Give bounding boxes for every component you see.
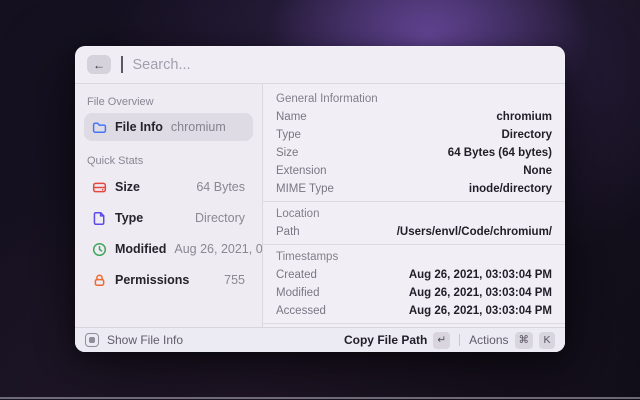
sidebar-section-title: File Overview: [87, 96, 154, 108]
detail-row: Path /Users/envl/Code/chromium/: [276, 223, 552, 241]
command-name: Show File Info: [107, 333, 184, 347]
stat-value: Directory: [194, 211, 245, 225]
text-caret: [121, 56, 123, 73]
stat-label: Modified: [115, 242, 167, 256]
detail-value: Aug 26, 2021, 03:03:04 PM: [408, 305, 552, 317]
detail-row: Modified Aug 26, 2021, 03:03:04 PM: [276, 284, 552, 302]
detail-value: 64 Bytes (64 bytes): [447, 147, 552, 159]
detail-row: Accessed Aug 26, 2021, 03:03:04 PM: [276, 302, 552, 320]
file-icon: [93, 211, 105, 225]
sidebar: File Overview File Info chromium Quick S…: [75, 84, 262, 327]
sidebar-item-size[interactable]: Size 64 Bytes: [84, 172, 253, 202]
raycast-window: ← File Overview File Info chromium Quick…: [75, 46, 565, 352]
sidebar-item-modified[interactable]: Modified Aug 26, 2021, 03:0...: [84, 234, 262, 264]
sidebar-item-label: File Info: [115, 120, 163, 134]
actions-menu-button[interactable]: Actions: [469, 333, 508, 347]
stat-label: Type: [115, 211, 144, 225]
detail-row: Created Aug 26, 2021, 03:03:04 PM: [276, 266, 552, 284]
detail-label: Modified: [276, 287, 320, 299]
screen-edge-line: [0, 397, 640, 399]
action-bar: Show File Info Copy File Path ↵ Actions …: [75, 327, 565, 352]
detail-value: Aug 26, 2021, 03:03:04 PM: [408, 269, 552, 281]
detail-row: Type Directory: [276, 126, 552, 144]
sidebar-item-permissions[interactable]: Permissions 755: [84, 265, 253, 295]
stat-label: Size: [115, 180, 141, 194]
footer-actions: Copy File Path ↵ Actions ⌘ K: [344, 331, 555, 349]
hard-drive-icon: [92, 182, 107, 192]
sidebar-section-title: Quick Stats: [87, 155, 144, 167]
section-divider: [263, 323, 565, 324]
detail-value: /Users/envl/Code/chromium/: [396, 226, 552, 238]
search-header: ←: [75, 46, 565, 84]
detail-panel: General Information Name chromium Type D…: [263, 84, 565, 327]
detail-section-title: Timestamps: [276, 251, 339, 263]
arrow-left-icon: ←: [93, 57, 105, 72]
window-body: File Overview File Info chromium Quick S…: [75, 84, 565, 327]
detail-label: Accessed: [276, 305, 326, 317]
k-keycap: K: [539, 331, 555, 349]
detail-value: chromium: [496, 111, 552, 123]
detail-value: None: [523, 165, 552, 177]
stat-value: 755: [224, 273, 245, 287]
sidebar-item-type[interactable]: Type Directory: [84, 203, 253, 233]
detail-value: Directory: [501, 129, 553, 141]
stat-label: Permissions: [115, 273, 190, 287]
detail-label: Name: [276, 111, 307, 123]
detail-value: Aug 26, 2021, 03:03:04 PM: [408, 287, 552, 299]
detail-label: MIME Type: [276, 183, 334, 195]
lock-icon: [94, 274, 105, 286]
desktop-background: ← File Overview File Info chromium Quick…: [0, 0, 640, 400]
detail-row: MIME Type inode/directory: [276, 180, 552, 198]
section-divider: [263, 201, 565, 202]
detail-row: Name chromium: [276, 108, 552, 126]
section-divider: [263, 244, 565, 245]
detail-label: Created: [276, 269, 317, 281]
detail-label: Type: [276, 129, 301, 141]
command-keycap: ⌘: [514, 331, 533, 349]
sidebar-item-subtitle: chromium: [170, 120, 226, 134]
clock-icon: [92, 242, 107, 256]
footer-separator: [459, 334, 461, 346]
detail-label: Path: [276, 226, 300, 238]
detail-label: Extension: [276, 165, 327, 177]
detail-value: inode/directory: [468, 183, 552, 195]
back-button[interactable]: ←: [87, 55, 111, 74]
detail-row: Size 64 Bytes (64 bytes): [276, 144, 552, 162]
stat-value: 64 Bytes: [196, 180, 245, 194]
detail-label: Size: [276, 147, 299, 159]
extension-icon: [85, 333, 99, 347]
search-input[interactable]: [132, 56, 553, 73]
detail-section-title: Location: [276, 208, 320, 220]
stat-value: Aug 26, 2021, 03:0...: [174, 242, 262, 256]
detail-section-title: General Information: [276, 93, 378, 105]
sidebar-item-file-info[interactable]: File Info chromium: [84, 113, 253, 141]
primary-action-button[interactable]: Copy File Path: [344, 333, 427, 347]
return-keycap: ↵: [433, 331, 451, 349]
folder-icon: [92, 122, 107, 133]
detail-row: Extension None: [276, 162, 552, 180]
